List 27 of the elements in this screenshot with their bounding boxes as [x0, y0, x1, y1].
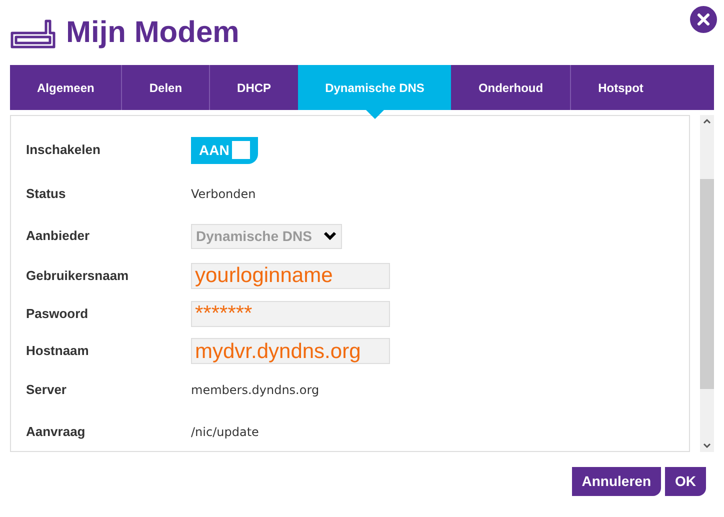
field-value: Verbonden [191, 186, 256, 203]
field-value: members.dyndns.org [191, 382, 320, 399]
field-label: Aanvraag [26, 423, 86, 442]
scroll-up-icon [703, 119, 711, 124]
tab[interactable]: DHCP [210, 65, 298, 110]
field-label: Server [26, 381, 68, 400]
scroll-down-icon [703, 443, 711, 448]
scrollbar-thumb[interactable] [700, 178, 714, 388]
window-title: Mijn Modem [66, 15, 240, 51]
field-label: Gebruikersnaam [26, 266, 130, 285]
field-value: /nic/update [191, 424, 259, 441]
field-label: Paswoord [26, 304, 90, 323]
ok-button[interactable]: OK [665, 467, 706, 496]
field-label: Status [26, 185, 67, 204]
cancel-button[interactable]: Annuleren [572, 467, 661, 496]
tab[interactable]: Algemeen [10, 65, 122, 110]
scrollbar[interactable] [700, 115, 714, 452]
close-icon [697, 13, 710, 26]
tab[interactable]: Delen [122, 65, 210, 110]
field-label: Hostnaam [26, 342, 90, 360]
tab-pointer-icon [366, 110, 384, 119]
close-button[interactable] [690, 6, 717, 33]
tab[interactable]: Onderhoud [451, 65, 572, 110]
field-label: Aanbieder [26, 227, 91, 246]
chevron-down-icon [323, 231, 337, 241]
field-label: Inschakelen [26, 141, 102, 160]
tab[interactable]: Hotspot [571, 65, 670, 110]
